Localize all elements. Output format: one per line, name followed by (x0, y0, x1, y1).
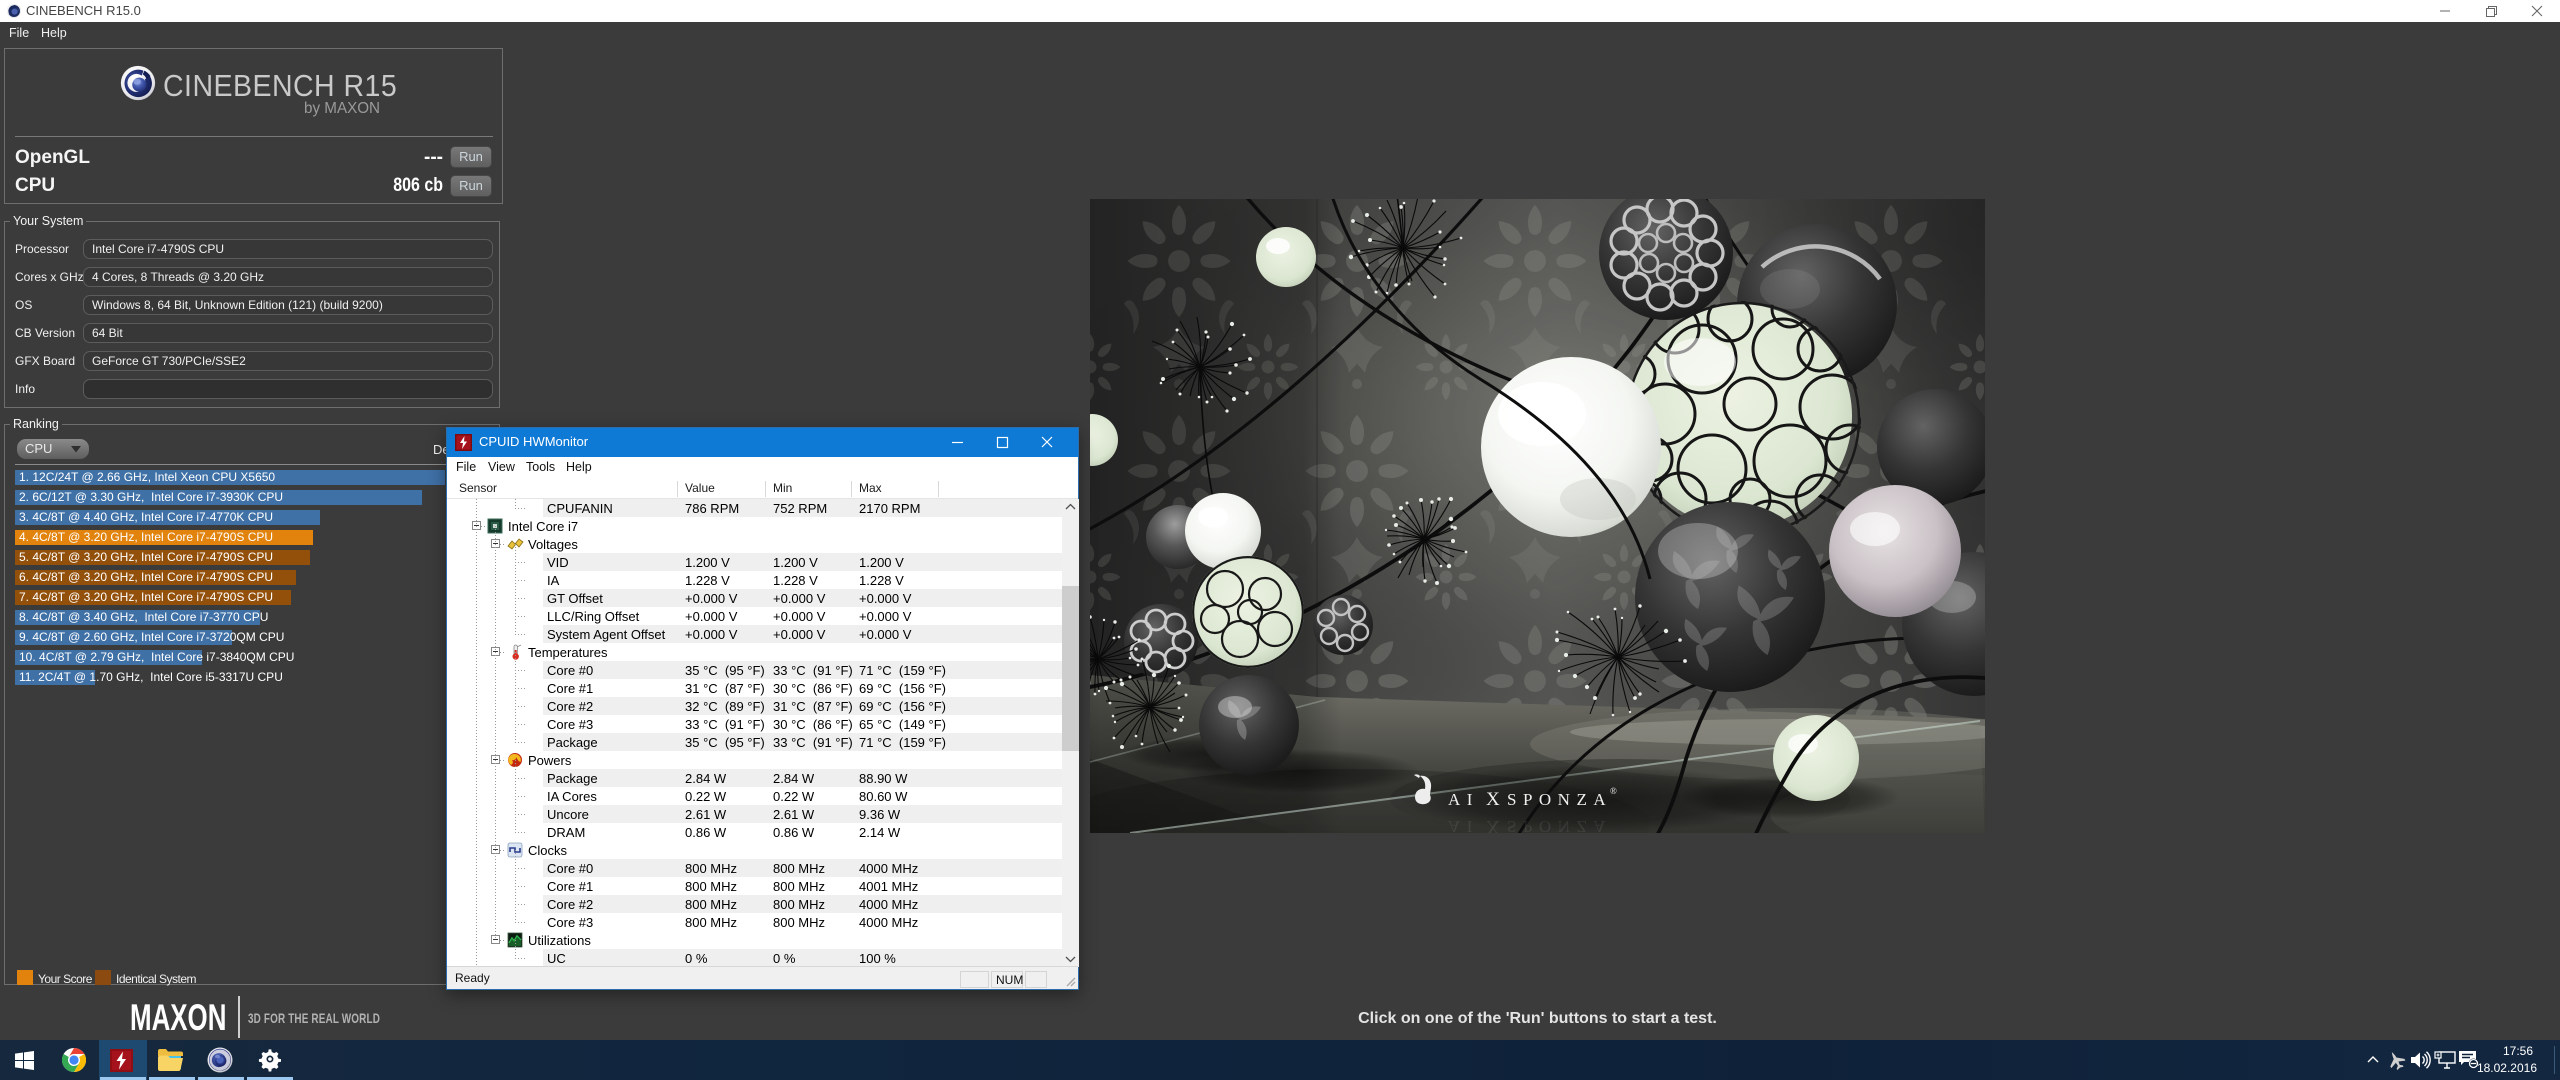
svg-text:X: X (1486, 816, 1500, 833)
svg-text:AI: AI (1448, 817, 1479, 833)
svg-text:SPONZA: SPONZA (1507, 817, 1612, 833)
svg-text:®: ® (1610, 786, 1617, 796)
svg-text:SPONZA: SPONZA (1507, 790, 1612, 809)
svg-text:AI: AI (1448, 790, 1479, 809)
svg-text:X: X (1486, 789, 1500, 810)
